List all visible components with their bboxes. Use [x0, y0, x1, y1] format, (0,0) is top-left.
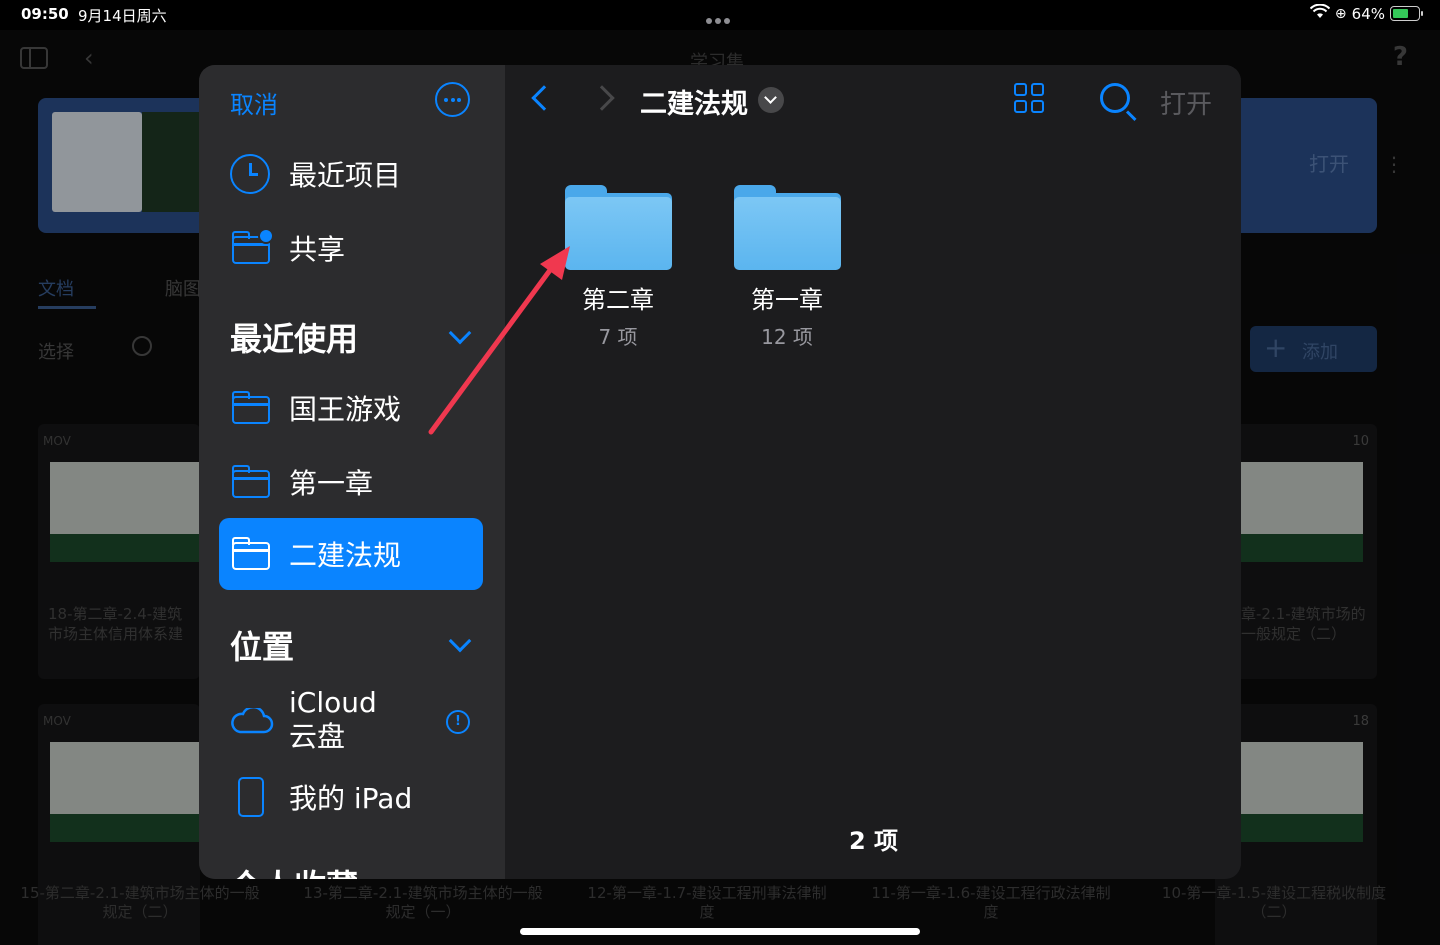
folder-count: 7 项: [598, 325, 638, 349]
sidebar-item-label: 我的 iPad: [289, 782, 413, 815]
battery-percent: 64%: [1351, 4, 1385, 23]
folder-icon: [564, 185, 672, 270]
section-recent-used: 最近使用: [230, 320, 359, 358]
cloud-icon: [230, 700, 274, 740]
ipad-icon: [230, 777, 270, 817]
sync-warning-icon: !: [446, 710, 470, 734]
folder-icon: [230, 462, 270, 502]
sidebar-item-label: 第一章: [289, 467, 374, 500]
sidebar-item-recent-folder[interactable]: 国王游戏: [219, 372, 483, 444]
sidebar-item-recent-folder[interactable]: 第一章: [219, 446, 483, 518]
sidebar-item-recents[interactable]: 最近项目: [219, 138, 483, 210]
picker-main: 二建法规 打开 第二章 7 项 第一章 12 项 2 项: [505, 65, 1241, 879]
home-indicator[interactable]: [520, 928, 920, 935]
folder-count: 12 项: [761, 325, 813, 349]
section-locations: 位置: [230, 628, 295, 666]
sidebar-item-recent-folder-selected[interactable]: 二建法规: [219, 518, 483, 590]
folder-name: 第一章: [751, 286, 823, 314]
sidebar-item-label: 国王游戏: [289, 393, 402, 426]
chevron-down-icon[interactable]: [448, 629, 472, 653]
more-options-icon[interactable]: [435, 82, 470, 117]
status-bar: 09:50 9月14日周六 ⊕ 64%: [0, 0, 1440, 30]
battery-icon: [1390, 6, 1423, 21]
folder-item[interactable]: 第二章 7 项: [548, 185, 688, 350]
status-date: 9月14日周六: [78, 7, 167, 25]
open-button[interactable]: 打开: [1160, 84, 1212, 121]
item-count: 2 项: [849, 827, 899, 855]
icloud-line2: 云盘: [289, 720, 346, 753]
folder-name: 第二章: [582, 286, 654, 314]
status-time: 09:50: [21, 5, 69, 23]
sidebar-item-ipad[interactable]: 我的 iPad: [219, 761, 483, 833]
cancel-button[interactable]: 取消: [230, 85, 278, 120]
file-picker-sheet: 取消 最近项目 共享 最近使用 国王游戏 第一章 二建法规 位置 iCloud …: [199, 65, 1241, 879]
grid-view-icon[interactable]: [1014, 83, 1046, 115]
icloud-line1: iCloud: [289, 686, 377, 719]
chevron-down-icon[interactable]: [448, 321, 472, 345]
folder-icon: [230, 388, 270, 428]
folder-icon: [230, 534, 270, 574]
title-menu-chevron-icon[interactable]: [758, 87, 784, 113]
folder-item[interactable]: 第一章 12 项: [717, 185, 857, 350]
sidebar-item-label: 最近项目: [289, 159, 402, 192]
clock-icon: [230, 154, 270, 194]
orientation-lock-icon: ⊕: [1334, 5, 1347, 22]
folder-title[interactable]: 二建法规: [640, 82, 748, 121]
status-right: ⊕ 64%: [1309, 3, 1423, 23]
sidebar-item-shared[interactable]: 共享: [219, 212, 483, 284]
sidebar-item-label: iCloud 云盘: [289, 686, 377, 754]
forward-chevron-icon[interactable]: [589, 85, 615, 111]
search-icon[interactable]: [1100, 83, 1130, 113]
sidebar-item-label: 共享: [289, 233, 346, 266]
section-favorites: 个人收藏: [230, 861, 358, 879]
multitasking-dots-icon[interactable]: [706, 9, 736, 24]
folder-icon: [733, 185, 841, 270]
sidebar-item-label: 二建法规: [289, 539, 402, 572]
shared-folder-icon: [230, 228, 274, 268]
picker-sidebar: 取消 最近项目 共享 最近使用 国王游戏 第一章 二建法规 位置 iCloud …: [199, 65, 505, 879]
back-chevron-icon[interactable]: [531, 85, 557, 111]
wifi-icon: [1309, 3, 1331, 23]
sidebar-item-icloud[interactable]: iCloud 云盘: [219, 682, 483, 758]
